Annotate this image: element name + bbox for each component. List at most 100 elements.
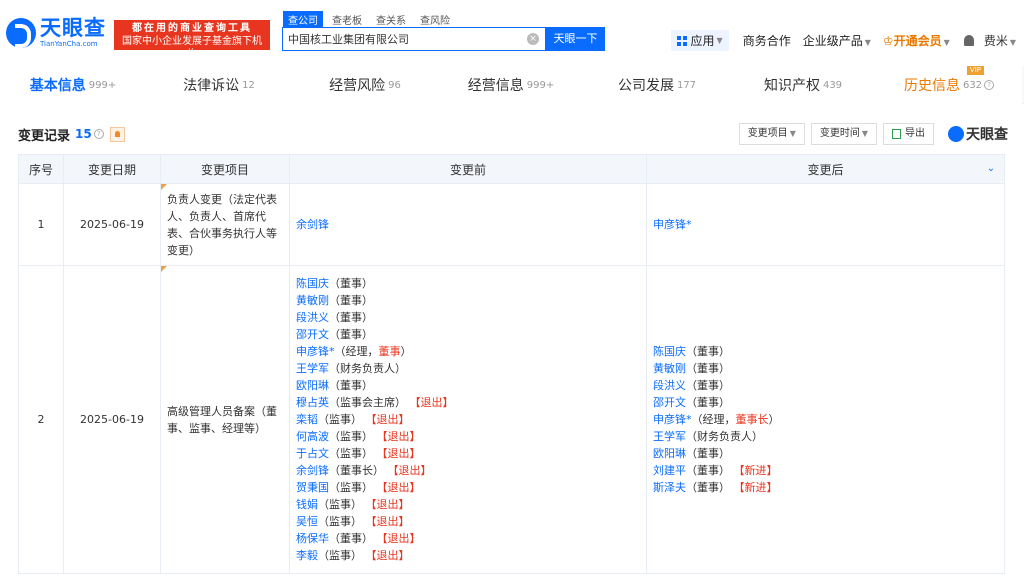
tab-label: 法律诉讼 [183, 78, 240, 94]
person-name-link[interactable]: 邵开文 [296, 328, 329, 341]
person-role: （董事） [329, 311, 373, 324]
person-name-link[interactable]: 欧阳琳 [653, 447, 686, 460]
person-entry: 余剑锋 [296, 216, 640, 233]
person-list: 余剑锋 [296, 216, 640, 233]
person-role-highlight: 董事 [378, 345, 401, 358]
tab-0[interactable]: 基本信息 999+ [0, 66, 146, 104]
close-circle-icon[interactable]: × [527, 33, 539, 45]
search-tab[interactable]: 查关系 [371, 11, 411, 28]
tab-4[interactable]: 公司发展 177 [584, 66, 730, 104]
change-record-table: 序号 变更日期 变更项目 变更前 变更后 ⌄ 1 2025-06-19 负责人变更（法… [18, 154, 1005, 574]
tab-count: 999+ [526, 79, 555, 91]
person-name-link[interactable]: 余剑锋 [296, 464, 329, 477]
table-header-row: 序号 变更日期 变更项目 变更前 变更后 ⌄ [18, 154, 1005, 184]
person-name-link[interactable]: 栾韬 [296, 413, 318, 426]
filter-change-item[interactable]: 变更项目 ▼ [738, 123, 805, 145]
change-tag: 【退出】 [362, 549, 410, 562]
person-name-link[interactable]: 申彦锋* [653, 218, 692, 231]
change-tag: 【退出】 [406, 396, 454, 409]
tab-label: 历史信息 [903, 78, 960, 94]
brand-name: 天眼查 [40, 16, 106, 40]
chevron-down-icon: ▼ [789, 129, 796, 138]
tab-2[interactable]: 经营风险 96 [292, 66, 438, 104]
person-name-link[interactable]: 王学军 [296, 362, 329, 375]
person-name-link[interactable]: 申彦锋* [296, 345, 335, 358]
person-name-link[interactable]: 杨保华 [296, 532, 329, 545]
person-role: （董事） [686, 447, 730, 460]
person-entry: 斯泽夫（董事） 【新进】 [653, 479, 998, 496]
brand-logo[interactable]: 天眼查 TianYanCha.com [6, 18, 106, 48]
person-entry: 刘建平（董事） 【新进】 [653, 462, 998, 479]
cell-after: 陈国庆（董事） 黄敏刚（董事） 段洪义（董事） 邵开文（董事） 申彦锋*（经理，董事长）… [646, 265, 1005, 574]
person-name-link[interactable]: 何高波 [296, 430, 329, 443]
person-name-link[interactable]: 钱娟 [296, 498, 318, 511]
vip-menu[interactable]: ♔开通会员 ▼ [883, 32, 950, 49]
tab-count: 12 [242, 79, 255, 91]
person-name-link[interactable]: 于占文 [296, 447, 329, 460]
search-tab[interactable]: 查老板 [327, 11, 367, 28]
person-role: （监事会主席） [329, 396, 406, 409]
person-entry: 欧阳琳（董事） [296, 377, 640, 394]
help-icon[interactable]: ? [984, 80, 995, 90]
business-link[interactable]: 商务合作 [743, 32, 791, 49]
person-list: 申彦锋* [653, 216, 998, 233]
search-box: × [282, 27, 546, 51]
alert-bell-icon[interactable] [109, 126, 125, 142]
search-button[interactable]: 天眼一下 [546, 27, 605, 51]
tab-1[interactable]: 法律诉讼 12 [146, 66, 292, 104]
user-menu[interactable]: 费米 ▼ [984, 32, 1016, 49]
filter-change-time[interactable]: 变更时间 ▼ [810, 123, 877, 145]
person-name-link[interactable]: 段洪义 [653, 379, 686, 392]
person-name-link[interactable]: 黄敏刚 [653, 362, 686, 375]
cell-date: 2025-06-19 [63, 265, 161, 574]
person-name-link[interactable]: 余剑锋 [296, 218, 329, 231]
person-role: （董事） [329, 294, 373, 307]
person-name-link[interactable]: 陈国庆 [653, 345, 686, 358]
tab-5[interactable]: 知识产权 439 [730, 66, 876, 104]
person-role: （董事） [329, 532, 373, 545]
search-tab[interactable]: 查风险 [415, 11, 455, 28]
person-role: （财务负责人） [686, 430, 763, 443]
cell-date: 2025-06-19 [63, 183, 161, 266]
help-icon[interactable]: ? [93, 129, 104, 139]
person-name-link[interactable]: 陈国庆 [296, 277, 329, 290]
person-entry: 贺秉国（监事） 【退出】 [296, 479, 640, 496]
tab-3[interactable]: 经营信息 999+ [438, 66, 584, 104]
search-tab[interactable]: 查公司 [283, 11, 323, 28]
person-name-link[interactable]: 斯泽夫 [653, 481, 686, 494]
top-nav: 应用 ▼ 商务合作 企业级产品 ▼ ♔开通会员 ▼ 费米 ▼ [670, 30, 1016, 51]
person-name-link[interactable]: 王学军 [653, 430, 686, 443]
person-name-link[interactable]: 贺秉国 [296, 481, 329, 494]
cell-index: 1 [18, 183, 64, 266]
bell-icon[interactable] [963, 35, 974, 46]
person-name-link[interactable]: 黄敏刚 [296, 294, 329, 307]
apps-menu[interactable]: 应用 ▼ [670, 30, 729, 51]
person-name-link[interactable]: 李毅 [296, 549, 318, 562]
person-entry: 于占文（监事） 【退出】 [296, 445, 640, 462]
change-tag: 【退出】 [373, 532, 421, 545]
tab-count: 439 [822, 79, 843, 91]
person-role: （监事） [329, 430, 373, 443]
tab-6[interactable]: 历史信息 632? VIP [876, 66, 1022, 104]
tab-label: 公司发展 [617, 78, 674, 94]
person-name-link[interactable]: 刘建平 [653, 464, 686, 477]
person-entry: 欧阳琳（董事） [653, 445, 998, 462]
chevron-down-icon: ▼ [1009, 38, 1016, 47]
person-name-link[interactable]: 段洪义 [296, 311, 329, 324]
person-name-link[interactable]: 穆占英 [296, 396, 329, 409]
person-role: （经理， [334, 345, 379, 358]
person-name-link[interactable]: 邵开文 [653, 396, 686, 409]
person-name-link[interactable]: 申彦锋* [653, 413, 692, 426]
person-role: （董事） [686, 362, 730, 375]
export-button[interactable]: 导出 [883, 123, 934, 145]
person-entry: 王学军（财务负责人） [296, 360, 640, 377]
chevron-down-icon: ▼ [861, 129, 868, 138]
enterprise-menu[interactable]: 企业级产品 ▼ [803, 32, 871, 49]
chevron-down-icon: ▼ [864, 38, 871, 47]
double-chevron-down-icon[interactable]: ⌄ [986, 164, 996, 174]
brand-watermark: 天眼查 [948, 124, 1008, 144]
search-input[interactable] [283, 28, 519, 50]
tab-count: 999+ [88, 79, 117, 91]
person-name-link[interactable]: 欧阳琳 [296, 379, 329, 392]
person-name-link[interactable]: 吴恒 [296, 515, 318, 528]
